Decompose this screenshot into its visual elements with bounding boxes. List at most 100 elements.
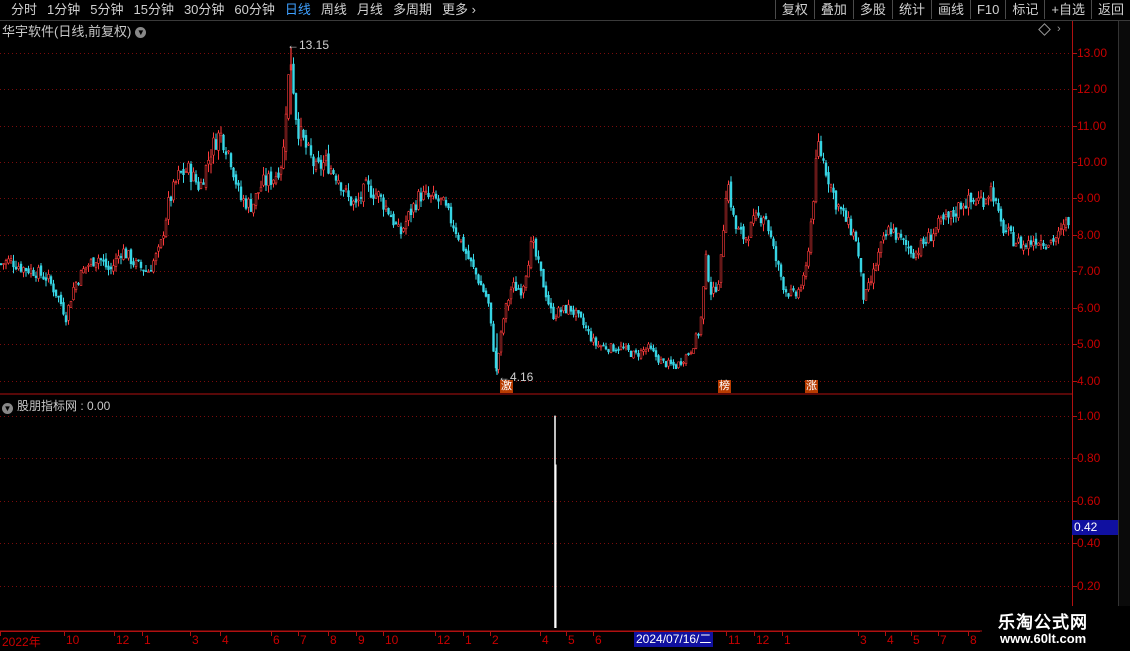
- candle-body: [104, 258, 108, 268]
- candle-body: [709, 281, 713, 295]
- candle-body: [1002, 220, 1005, 234]
- candle-body: [462, 236, 465, 251]
- candle-body: [734, 215, 738, 230]
- signal-marker[interactable]: 涨: [805, 380, 818, 393]
- candle-body: [549, 302, 553, 309]
- time-tick-label: 7: [300, 633, 307, 647]
- candle-body: [542, 268, 545, 288]
- candle-body: [959, 202, 963, 210]
- chevron-down-icon[interactable]: ▼: [2, 403, 13, 414]
- indicator-title[interactable]: ▼ 股朋指标网 : 0.00: [2, 397, 110, 414]
- candle-body: [662, 358, 665, 361]
- candle-body: [292, 63, 295, 94]
- candle-body: [109, 266, 113, 270]
- candle-body: [64, 315, 68, 323]
- price-tick-label: 11.00: [1077, 118, 1107, 133]
- candle-body: [1062, 224, 1065, 230]
- candle-body: [617, 348, 620, 351]
- candle-body: [444, 200, 448, 206]
- candle-body: [772, 238, 775, 247]
- candle-body: [899, 233, 903, 238]
- time-tick-mark: [858, 632, 859, 636]
- candle-body: [229, 153, 233, 168]
- candle-body: [134, 259, 138, 267]
- time-tick-mark: [566, 632, 567, 636]
- candle-body: [497, 352, 500, 370]
- candle-body: [817, 141, 820, 157]
- time-tick-mark: [540, 632, 541, 636]
- candle-body: [0, 263, 3, 266]
- candle-body: [674, 364, 678, 370]
- candle-body: [47, 273, 50, 279]
- candle-body: [322, 162, 325, 171]
- candle-body: [67, 305, 70, 321]
- time-tick-label: 5: [568, 633, 575, 647]
- candle-body: [1029, 240, 1033, 245]
- candle-body: [667, 359, 670, 367]
- candle-body: [437, 198, 440, 202]
- time-tick-mark: [463, 632, 464, 636]
- candle-body: [727, 184, 730, 202]
- candle-body: [682, 361, 685, 364]
- signal-marker[interactable]: 激: [500, 380, 513, 393]
- candle-body: [999, 208, 1003, 222]
- candle-body: [474, 267, 478, 275]
- indicator-tick-label: 0.20: [1077, 578, 1101, 593]
- candle-body: [239, 186, 243, 200]
- signal-marker[interactable]: 榜: [718, 380, 731, 393]
- price-chart[interactable]: [0, 0, 1130, 650]
- candle-body: [657, 355, 660, 363]
- candle-body: [757, 212, 760, 216]
- time-tick-mark: [356, 632, 357, 636]
- candle-body: [342, 190, 345, 192]
- candle-body: [529, 241, 533, 269]
- watermark: 乐淘公式网 www.60lt.com: [982, 606, 1130, 650]
- candle-body: [442, 197, 445, 201]
- price-tick-label: 10.00: [1077, 154, 1108, 169]
- candle-body: [139, 261, 143, 268]
- candle-body: [472, 259, 475, 267]
- candle-body: [259, 186, 263, 192]
- candle-body: [127, 250, 130, 259]
- candle-body: [829, 184, 833, 188]
- candle-body: [397, 224, 400, 227]
- candle-body: [469, 257, 473, 262]
- candle-body: [162, 235, 165, 239]
- candle-body: [399, 226, 403, 235]
- candle-body: [604, 346, 608, 350]
- candle-body: [614, 349, 618, 352]
- candle-body: [747, 239, 750, 241]
- candle-body: [1054, 237, 1058, 242]
- y-axis-line: [1072, 21, 1073, 631]
- candle-body: [512, 281, 515, 289]
- candle-body: [412, 203, 415, 213]
- candle-body: [877, 251, 880, 266]
- price-tick-label: 8.00: [1077, 227, 1101, 242]
- candle-body: [62, 302, 65, 315]
- candle-body: [177, 170, 180, 180]
- candle-body: [167, 197, 170, 220]
- indicator-tick-label: 0.60: [1077, 493, 1101, 508]
- candle-body: [839, 207, 843, 210]
- candle-body: [1037, 242, 1040, 246]
- candle-body: [217, 132, 220, 151]
- time-tick-label: 6: [595, 633, 602, 647]
- candle-body: [374, 193, 378, 199]
- time-tick-label: 2: [492, 633, 499, 647]
- candle-body: [237, 182, 240, 186]
- time-tick-label: 4: [222, 633, 229, 647]
- candle-body: [429, 195, 433, 197]
- candle-body: [179, 171, 183, 173]
- candle-body: [914, 251, 918, 258]
- candle-body: [984, 199, 988, 205]
- candle-body: [827, 172, 830, 185]
- candle-body: [459, 239, 463, 242]
- candle-body: [79, 270, 83, 287]
- candle-body: [477, 274, 480, 284]
- candle-body: [457, 234, 460, 240]
- candle-body: [22, 267, 25, 273]
- time-tick-label: 1: [144, 633, 151, 647]
- candle-body: [832, 187, 835, 193]
- candle-body: [332, 170, 335, 174]
- candle-body: [514, 281, 518, 291]
